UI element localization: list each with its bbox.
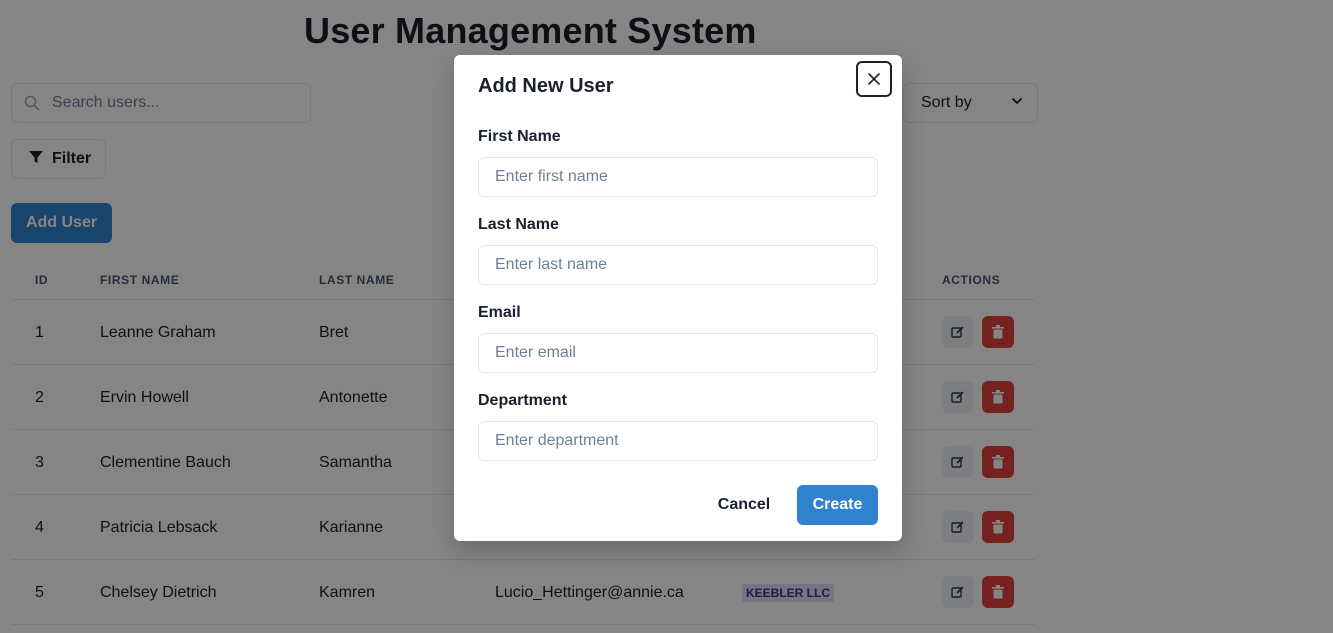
department-label: Department bbox=[478, 392, 567, 409]
close-button[interactable] bbox=[856, 61, 892, 97]
email-label: Email bbox=[478, 304, 521, 321]
cancel-button[interactable]: Cancel bbox=[704, 485, 784, 525]
last-name-field[interactable] bbox=[478, 245, 878, 285]
close-icon bbox=[868, 73, 880, 85]
modal-title: Add New User bbox=[478, 75, 614, 97]
first-name-field[interactable] bbox=[478, 157, 878, 197]
create-button[interactable]: Create bbox=[797, 485, 878, 525]
add-user-modal: Add New User First Name Last Name Email … bbox=[454, 55, 902, 541]
email-field[interactable] bbox=[478, 333, 878, 373]
first-name-label: First Name bbox=[478, 128, 561, 145]
last-name-label: Last Name bbox=[478, 216, 559, 233]
department-field[interactable] bbox=[478, 421, 878, 461]
